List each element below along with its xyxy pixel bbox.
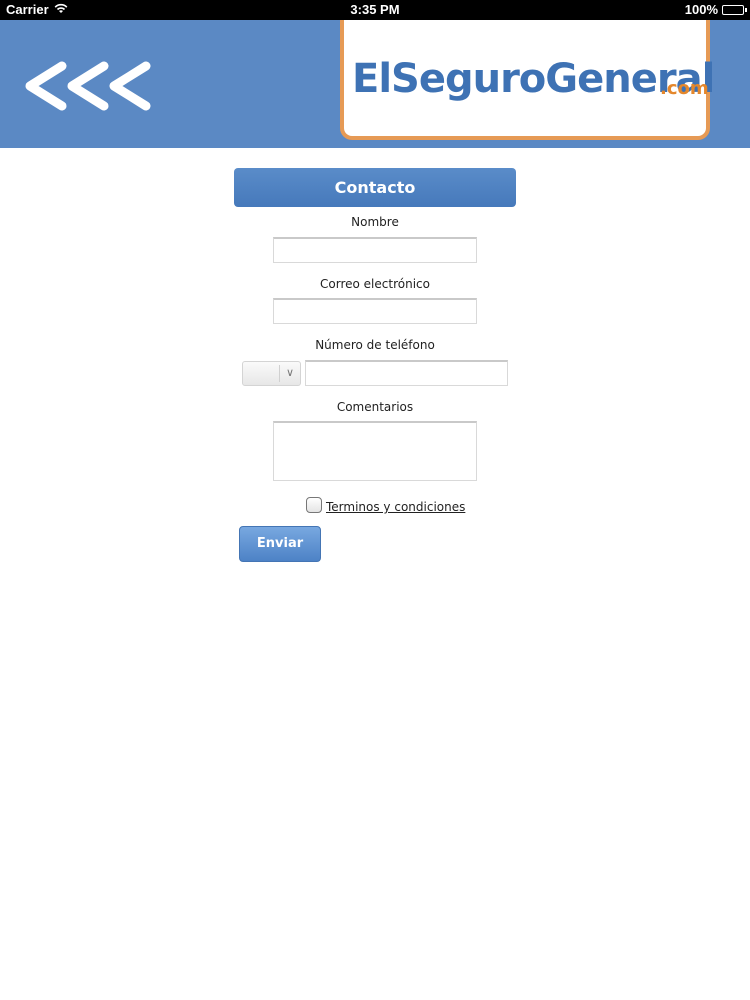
triple-chevron-left-icon — [25, 61, 151, 111]
logo-suffix: .com — [660, 78, 709, 99]
submit-button[interactable]: Enviar — [239, 526, 321, 562]
terms-checkbox[interactable] — [306, 497, 322, 513]
form-title: Contacto — [234, 168, 516, 207]
clock: 3:35 PM — [350, 2, 400, 17]
phone-prefix-select[interactable]: ∨ — [242, 361, 301, 386]
comments-label: Comentarios — [336, 400, 414, 414]
select-divider — [279, 365, 280, 382]
battery-percent: 100% — [684, 2, 718, 17]
terms-link[interactable]: Terminos y condiciones — [326, 500, 465, 514]
back-button[interactable] — [22, 58, 172, 118]
brand-logo: ElSeguroGeneral .com — [340, 20, 715, 140]
battery-icon — [722, 4, 747, 15]
email-label: Correo electrónico — [320, 277, 430, 291]
comments-textarea[interactable] — [273, 421, 477, 481]
phone-label: Número de teléfono — [315, 338, 435, 352]
battery-indicator: 100% — [684, 2, 747, 17]
email-input[interactable] — [273, 298, 477, 324]
chevron-down-icon: ∨ — [285, 366, 294, 379]
phone-input[interactable] — [305, 360, 508, 386]
name-label: Nombre — [351, 215, 399, 229]
header-banner: ElSeguroGeneral .com — [0, 20, 750, 148]
name-input[interactable] — [273, 237, 477, 263]
status-bar: Carrier 3:35 PM 100% — [0, 0, 750, 20]
